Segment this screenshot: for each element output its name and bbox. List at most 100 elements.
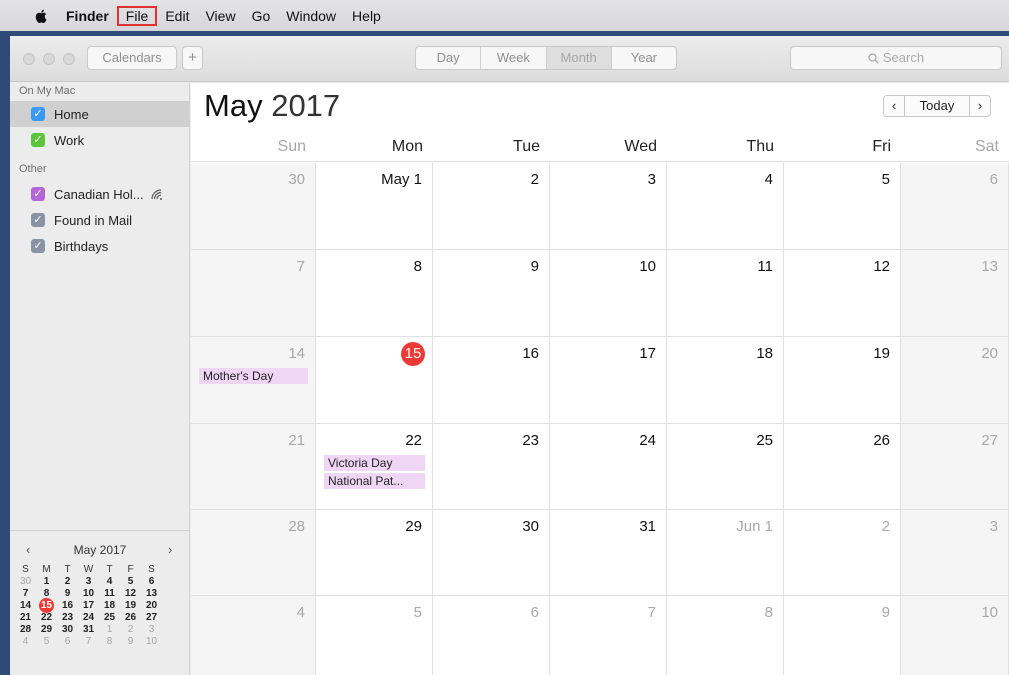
menu-help[interactable]: Help	[344, 6, 389, 26]
menu-go[interactable]: Go	[244, 6, 279, 26]
mini-day[interactable]: 23	[57, 612, 78, 624]
menu-finder[interactable]: Finder	[60, 6, 117, 26]
mini-day[interactable]: 17	[78, 600, 99, 612]
day-cell[interactable]: 9	[784, 596, 901, 675]
mini-day[interactable]: 6	[141, 576, 162, 588]
mini-day[interactable]: 19	[120, 600, 141, 612]
calendar-event[interactable]: National Pat...	[324, 473, 425, 489]
menu-file[interactable]: File	[116, 5, 158, 26]
mini-day[interactable]: 4	[99, 576, 120, 588]
mini-day[interactable]: 14	[15, 600, 36, 612]
calendar-item-home[interactable]: ✓ Home	[10, 101, 189, 127]
today-button[interactable]: Today	[905, 95, 969, 117]
minimize-window-button[interactable]	[43, 53, 55, 65]
day-cell[interactable]: 10	[901, 596, 1009, 675]
mini-day[interactable]: 5	[36, 636, 57, 648]
mini-prev-month-button[interactable]: ‹	[26, 542, 30, 557]
mini-day[interactable]: 13	[141, 588, 162, 600]
close-window-button[interactable]	[23, 53, 35, 65]
mini-day[interactable]: 28	[15, 624, 36, 636]
calendar-item-birthdays[interactable]: ✓ Birthdays	[10, 233, 189, 259]
calendars-button[interactable]: Calendars	[87, 46, 177, 70]
day-cell[interactable]: 31	[550, 510, 667, 596]
day-cell[interactable]: 2	[784, 510, 901, 596]
mini-day[interactable]: 9	[120, 636, 141, 648]
tab-month[interactable]: Month	[546, 47, 612, 69]
prev-month-button[interactable]: ‹	[883, 95, 905, 117]
mini-day[interactable]: 26	[120, 612, 141, 624]
day-cell[interactable]: 16	[433, 337, 550, 424]
search-input[interactable]: Search	[790, 46, 1002, 70]
day-cell[interactable]: 29	[316, 510, 433, 596]
mini-day[interactable]: 8	[99, 636, 120, 648]
mini-day[interactable]: 10	[78, 588, 99, 600]
day-cell[interactable]: 5	[784, 163, 901, 250]
day-cell[interactable]: 20	[901, 337, 1009, 424]
mini-day[interactable]: 9	[57, 588, 78, 600]
day-cell[interactable]: 25	[667, 424, 784, 510]
mini-day[interactable]: 6	[57, 636, 78, 648]
tab-week[interactable]: Week	[481, 47, 547, 69]
next-month-button[interactable]: ›	[969, 95, 991, 117]
day-cell[interactable]: 26	[784, 424, 901, 510]
add-event-button[interactable]: +	[182, 46, 203, 70]
mini-day[interactable]: 2	[57, 576, 78, 588]
day-cell[interactable]: 3	[550, 163, 667, 250]
menu-view[interactable]: View	[197, 6, 243, 26]
mini-day[interactable]: 29	[36, 624, 57, 636]
day-cell[interactable]: 8	[316, 250, 433, 337]
mini-day[interactable]: 3	[78, 576, 99, 588]
day-cell[interactable]: 30	[433, 510, 550, 596]
day-cell[interactable]: 28	[191, 510, 316, 596]
day-cell[interactable]: 4	[667, 163, 784, 250]
day-cell[interactable]: 30	[191, 163, 316, 250]
mini-day[interactable]: 21	[15, 612, 36, 624]
tab-day[interactable]: Day	[416, 47, 482, 69]
day-cell[interactable]: Jun 1	[667, 510, 784, 596]
day-cell[interactable]: 23	[433, 424, 550, 510]
mini-day[interactable]: 1	[36, 576, 57, 588]
day-cell[interactable]: 9	[433, 250, 550, 337]
mini-next-month-button[interactable]: ›	[168, 542, 172, 557]
calendar-item-canadian-holidays[interactable]: ✓ Canadian Hol...	[10, 181, 189, 207]
day-cell[interactable]: 19	[784, 337, 901, 424]
mini-day[interactable]: 16	[57, 600, 78, 612]
checkbox-checked-icon[interactable]: ✓	[31, 213, 45, 227]
day-cell[interactable]: 22 Victoria Day National Pat...	[316, 424, 433, 510]
mini-day[interactable]: 12	[120, 588, 141, 600]
calendar-item-work[interactable]: ✓ Work	[10, 127, 189, 153]
zoom-window-button[interactable]	[63, 53, 75, 65]
mini-day[interactable]: 1	[99, 624, 120, 636]
calendar-item-found-in-mail[interactable]: ✓ Found in Mail	[10, 207, 189, 233]
mini-day[interactable]: 18	[99, 600, 120, 612]
day-cell[interactable]: 17	[550, 337, 667, 424]
day-cell[interactable]: 12	[784, 250, 901, 337]
mini-day[interactable]: 5	[120, 576, 141, 588]
mini-day[interactable]: 10	[141, 636, 162, 648]
calendar-event[interactable]: Mother's Day	[199, 368, 308, 384]
day-cell[interactable]: 3	[901, 510, 1009, 596]
mini-day[interactable]: 7	[78, 636, 99, 648]
mini-day[interactable]: 3	[141, 624, 162, 636]
mini-day[interactable]: 30	[57, 624, 78, 636]
menu-window[interactable]: Window	[278, 6, 344, 26]
day-cell[interactable]: 11	[667, 250, 784, 337]
day-cell[interactable]: 6	[901, 163, 1009, 250]
day-cell[interactable]: 6	[433, 596, 550, 675]
tab-year[interactable]: Year	[612, 47, 676, 69]
mini-day[interactable]: 27	[141, 612, 162, 624]
mini-day[interactable]: 30	[15, 576, 36, 588]
day-cell[interactable]: 10	[550, 250, 667, 337]
checkbox-checked-icon[interactable]: ✓	[31, 239, 45, 253]
day-cell[interactable]: 18	[667, 337, 784, 424]
day-cell[interactable]: 7	[191, 250, 316, 337]
checkbox-checked-icon[interactable]: ✓	[31, 187, 45, 201]
day-cell[interactable]: 15	[316, 337, 433, 424]
mini-day[interactable]: 24	[78, 612, 99, 624]
mini-day[interactable]: 15	[36, 598, 57, 613]
menu-edit[interactable]: Edit	[157, 6, 197, 26]
day-cell[interactable]: 14 Mother's Day	[191, 337, 316, 424]
day-cell[interactable]: 13	[901, 250, 1009, 337]
mini-day[interactable]: 11	[99, 588, 120, 600]
calendar-event[interactable]: Victoria Day	[324, 455, 425, 471]
